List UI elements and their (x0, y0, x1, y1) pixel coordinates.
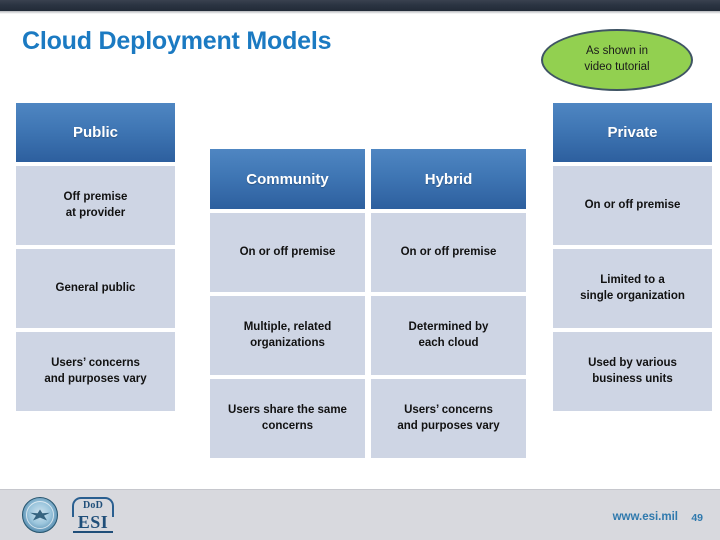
top-decorative-bar (0, 0, 720, 11)
cell-community-0: On or off premise (210, 213, 365, 292)
cell-private-2: Used by various business units (553, 332, 712, 411)
column-header-community: Community (210, 149, 365, 209)
slide-canvas: Cloud Deployment Models As shown in vide… (0, 0, 720, 540)
page-title: Cloud Deployment Models (22, 27, 332, 55)
column-header-hybrid: Hybrid (371, 149, 526, 209)
callout-line-2: video tutorial (584, 61, 650, 73)
footer-url-link[interactable]: www.esi.mil (613, 511, 678, 523)
column-header-private: Private (553, 103, 712, 162)
column-header-public: Public (16, 103, 175, 162)
column-hybrid: Hybrid On or off premise Determined by ea… (371, 149, 526, 458)
esi-word-text: ESI (77, 512, 109, 532)
cell-private-0: On or off premise (553, 166, 712, 245)
dod-seal-icon (22, 497, 58, 533)
cell-hybrid-0: On or off premise (371, 213, 526, 292)
cell-public-0: Off premise at provider (16, 166, 175, 245)
column-private: Private On or off premise Limited to a si… (553, 103, 712, 411)
column-community: Community On or off premise Multiple, re… (210, 149, 365, 458)
column-public: Public Off premise at provider General pu… (16, 103, 175, 411)
footer-logos: DoD ESI (22, 496, 119, 534)
cell-hybrid-1: Determined by each cloud (371, 296, 526, 375)
cell-hybrid-2: Users’ concerns and purposes vary (371, 379, 526, 458)
top-bar-shadow (0, 11, 720, 14)
video-tutorial-callout: As shown in video tutorial (541, 29, 693, 91)
callout-line-1: As shown in (585, 45, 648, 58)
callout-text: As shown in video tutorial (578, 44, 655, 75)
cell-private-1: Limited to a single organization (553, 249, 712, 328)
cell-public-2: Users’ concerns and purposes vary (16, 332, 175, 411)
dod-esi-logo: DoD ESI (67, 496, 119, 534)
cell-community-2: Users share the same concerns (210, 379, 365, 458)
cell-public-1: General public (16, 249, 175, 328)
esi-dod-text: DoD (82, 500, 104, 511)
footer-page-number: 49 (691, 512, 703, 524)
esi-underline (73, 531, 113, 533)
cell-community-1: Multiple, related organizations (210, 296, 365, 375)
